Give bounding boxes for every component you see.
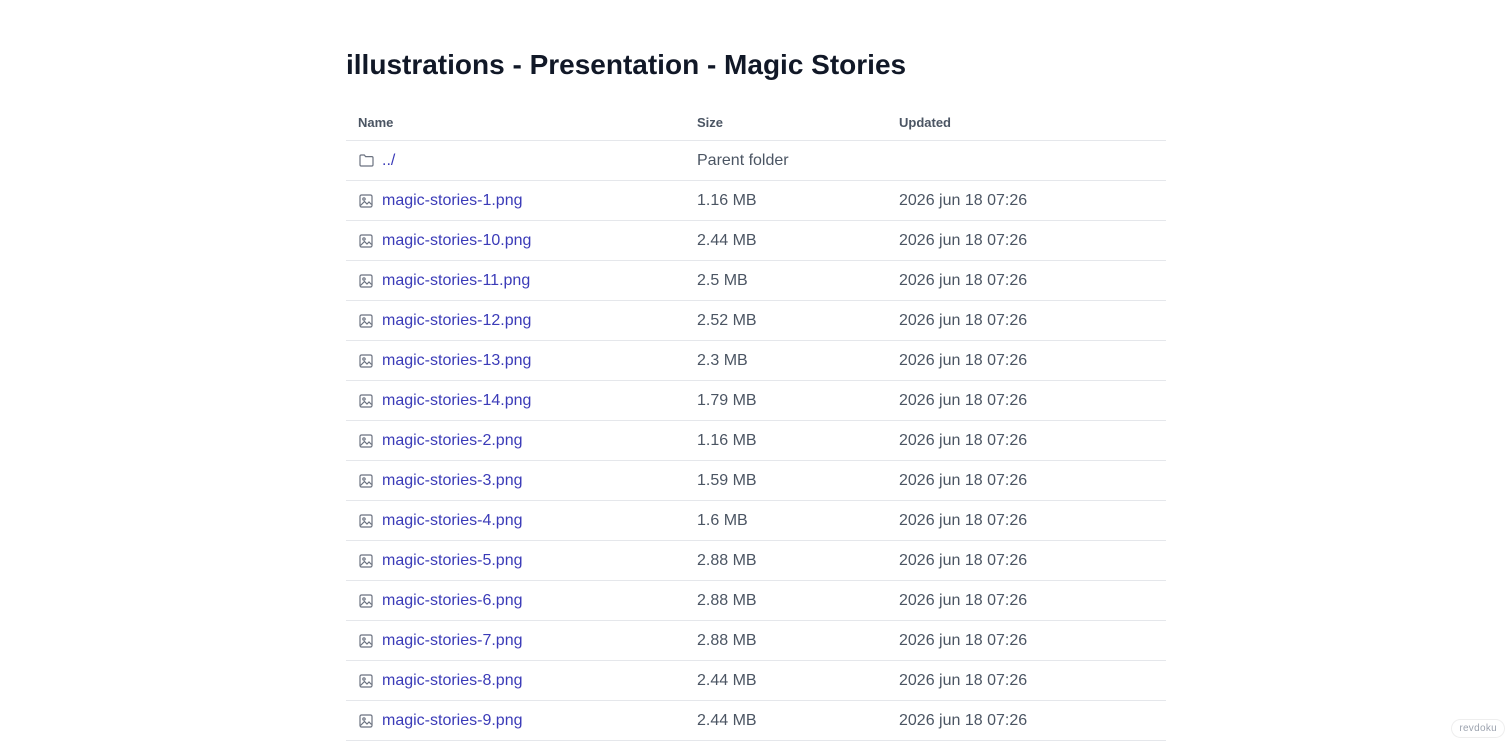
file-link[interactable]: magic-stories-13.png	[382, 352, 531, 370]
table-row[interactable]: magic-stories-12.png 2.52 MB 2026 jun 18 0…	[346, 301, 1166, 341]
file-updated: 2026 jun 18 07:26	[899, 471, 1028, 489]
file-updated: 2026 jun 18 07:26	[899, 711, 1028, 729]
table-row[interactable]: magic-stories-13.png 2.3 MB 2026 jun 18 07…	[346, 341, 1166, 381]
file-updated: 2026 jun 18 07:26	[899, 311, 1028, 329]
file-updated: 2026 jun 18 07:26	[899, 271, 1028, 289]
table-row[interactable]: magic-stories-10.png 2.44 MB 2026 jun 18 0…	[346, 221, 1166, 261]
file-name-cell: magic-stories-1.png	[346, 192, 697, 210]
file-name-cell: magic-stories-7.png	[346, 632, 697, 650]
page-title: illustrations - Presentation - Magic Sto…	[346, 49, 907, 80]
image-file-icon	[358, 193, 374, 209]
table-row[interactable]: magic-stories-14.png 1.79 MB 2026 jun 18 0…	[346, 381, 1166, 421]
table-row[interactable]: magic-stories-2.png 1.16 MB 2026 jun 18 07…	[346, 421, 1166, 461]
file-size: 2.52 MB	[697, 311, 757, 329]
file-name-cell: magic-stories-8.png	[346, 672, 697, 690]
file-size: 2.44 MB	[697, 671, 757, 689]
file-updated: 2026 jun 18 07:26	[899, 391, 1028, 409]
file-updated: 2026 jun 18 07:26	[899, 231, 1028, 249]
revdoku-badge[interactable]: revdoku	[1452, 720, 1504, 737]
image-file-icon	[358, 233, 374, 249]
file-name-cell: magic-stories-10.png	[346, 232, 697, 250]
file-size: 1.6 MB	[697, 511, 748, 529]
table-row[interactable]: magic-stories-11.png 2.5 MB 2026 jun 18 07…	[346, 261, 1166, 301]
file-size: 2.88 MB	[697, 591, 757, 609]
image-file-icon	[358, 633, 374, 649]
table-row[interactable]: magic-stories-7.png 2.88 MB 2026 jun 18 07…	[346, 621, 1166, 661]
file-link[interactable]: magic-stories-9.png	[382, 712, 523, 730]
file-link[interactable]: magic-stories-10.png	[382, 232, 531, 250]
file-updated: 2026 jun 18 07:26	[899, 591, 1028, 609]
file-link[interactable]: magic-stories-11.png	[382, 272, 530, 290]
file-updated: 2026 jun 18 07:26	[899, 551, 1028, 569]
file-updated: 2026 jun 18 07:26	[899, 631, 1028, 649]
file-size: 2.88 MB	[697, 551, 757, 569]
file-table: Name Size Updated ../ Parent folder magi…	[346, 104, 1166, 741]
file-updated: 2026 jun 18 07:26	[899, 191, 1028, 209]
file-name-cell: magic-stories-4.png	[346, 512, 697, 530]
image-file-icon	[358, 673, 374, 689]
table-row[interactable]: magic-stories-6.png 2.88 MB 2026 jun 18 07…	[346, 581, 1166, 621]
image-file-icon	[358, 593, 374, 609]
file-size: 2.88 MB	[697, 631, 757, 649]
table-row[interactable]: magic-stories-4.png 1.6 MB 2026 jun 18 07:…	[346, 501, 1166, 541]
file-name-cell: magic-stories-5.png	[346, 552, 697, 570]
image-file-icon	[358, 473, 374, 489]
file-updated: 2026 jun 18 07:26	[899, 431, 1028, 449]
file-size: 2.44 MB	[697, 231, 757, 249]
image-file-icon	[358, 353, 374, 369]
table-row[interactable]: magic-stories-5.png 2.88 MB 2026 jun 18 07…	[346, 541, 1166, 581]
image-file-icon	[358, 513, 374, 529]
image-file-icon	[358, 433, 374, 449]
file-link[interactable]: magic-stories-14.png	[382, 392, 531, 410]
file-name-cell: magic-stories-6.png	[346, 592, 697, 610]
file-link[interactable]: magic-stories-4.png	[382, 512, 523, 530]
file-size: 2.3 MB	[697, 351, 748, 369]
file-size: 1.59 MB	[697, 471, 757, 489]
file-link[interactable]: magic-stories-12.png	[382, 312, 531, 330]
parent-folder-link[interactable]: ../	[382, 152, 395, 170]
parent-folder-cell: ../	[346, 152, 697, 170]
image-file-icon	[358, 713, 374, 729]
file-name-cell: magic-stories-12.png	[346, 312, 697, 330]
header-name: Name	[358, 114, 394, 130]
page: illustrations - Presentation - Magic Sto…	[0, 0, 1512, 743]
image-file-icon	[358, 273, 374, 289]
header-updated: Updated	[899, 114, 951, 130]
file-link[interactable]: magic-stories-7.png	[382, 632, 523, 650]
file-name-cell: magic-stories-13.png	[346, 352, 697, 370]
file-link[interactable]: magic-stories-1.png	[382, 192, 523, 210]
file-name-cell: magic-stories-11.png	[346, 272, 697, 290]
file-link[interactable]: magic-stories-5.png	[382, 552, 523, 570]
table-row[interactable]: magic-stories-9.png 2.44 MB 2026 jun 18 07…	[346, 701, 1166, 741]
file-size: 1.16 MB	[697, 191, 757, 209]
table-row[interactable]: magic-stories-3.png 1.59 MB 2026 jun 18 07…	[346, 461, 1166, 501]
parent-folder-row[interactable]: ../ Parent folder	[346, 141, 1166, 181]
file-link[interactable]: magic-stories-8.png	[382, 672, 523, 690]
table-row[interactable]: magic-stories-1.png 1.16 MB 2026 jun 18 07…	[346, 181, 1166, 221]
header-size: Size	[697, 114, 724, 130]
file-link[interactable]: magic-stories-2.png	[382, 432, 523, 450]
file-name-cell: magic-stories-9.png	[346, 712, 697, 730]
parent-folder-label: Parent folder	[697, 151, 789, 169]
file-updated: 2026 jun 18 07:26	[899, 671, 1028, 689]
file-size: 1.16 MB	[697, 431, 757, 449]
table-row[interactable]: magic-stories-8.png 2.44 MB 2026 jun 18 07…	[346, 661, 1166, 701]
file-name-cell: magic-stories-3.png	[346, 472, 697, 490]
file-link[interactable]: magic-stories-6.png	[382, 592, 523, 610]
file-rows: magic-stories-1.png 1.16 MB 2026 jun 18 07…	[346, 181, 1166, 741]
image-file-icon	[358, 393, 374, 409]
file-updated: 2026 jun 18 07:26	[899, 351, 1028, 369]
file-size: 1.79 MB	[697, 391, 757, 409]
table-header: Name Size Updated	[346, 104, 1166, 141]
file-link[interactable]: magic-stories-3.png	[382, 472, 523, 490]
file-size: 2.44 MB	[697, 711, 757, 729]
image-file-icon	[358, 313, 374, 329]
image-file-icon	[358, 553, 374, 569]
folder-icon	[358, 153, 374, 169]
file-size: 2.5 MB	[697, 271, 748, 289]
file-name-cell: magic-stories-2.png	[346, 432, 697, 450]
file-name-cell: magic-stories-14.png	[346, 392, 697, 410]
file-updated: 2026 jun 18 07:26	[899, 511, 1028, 529]
